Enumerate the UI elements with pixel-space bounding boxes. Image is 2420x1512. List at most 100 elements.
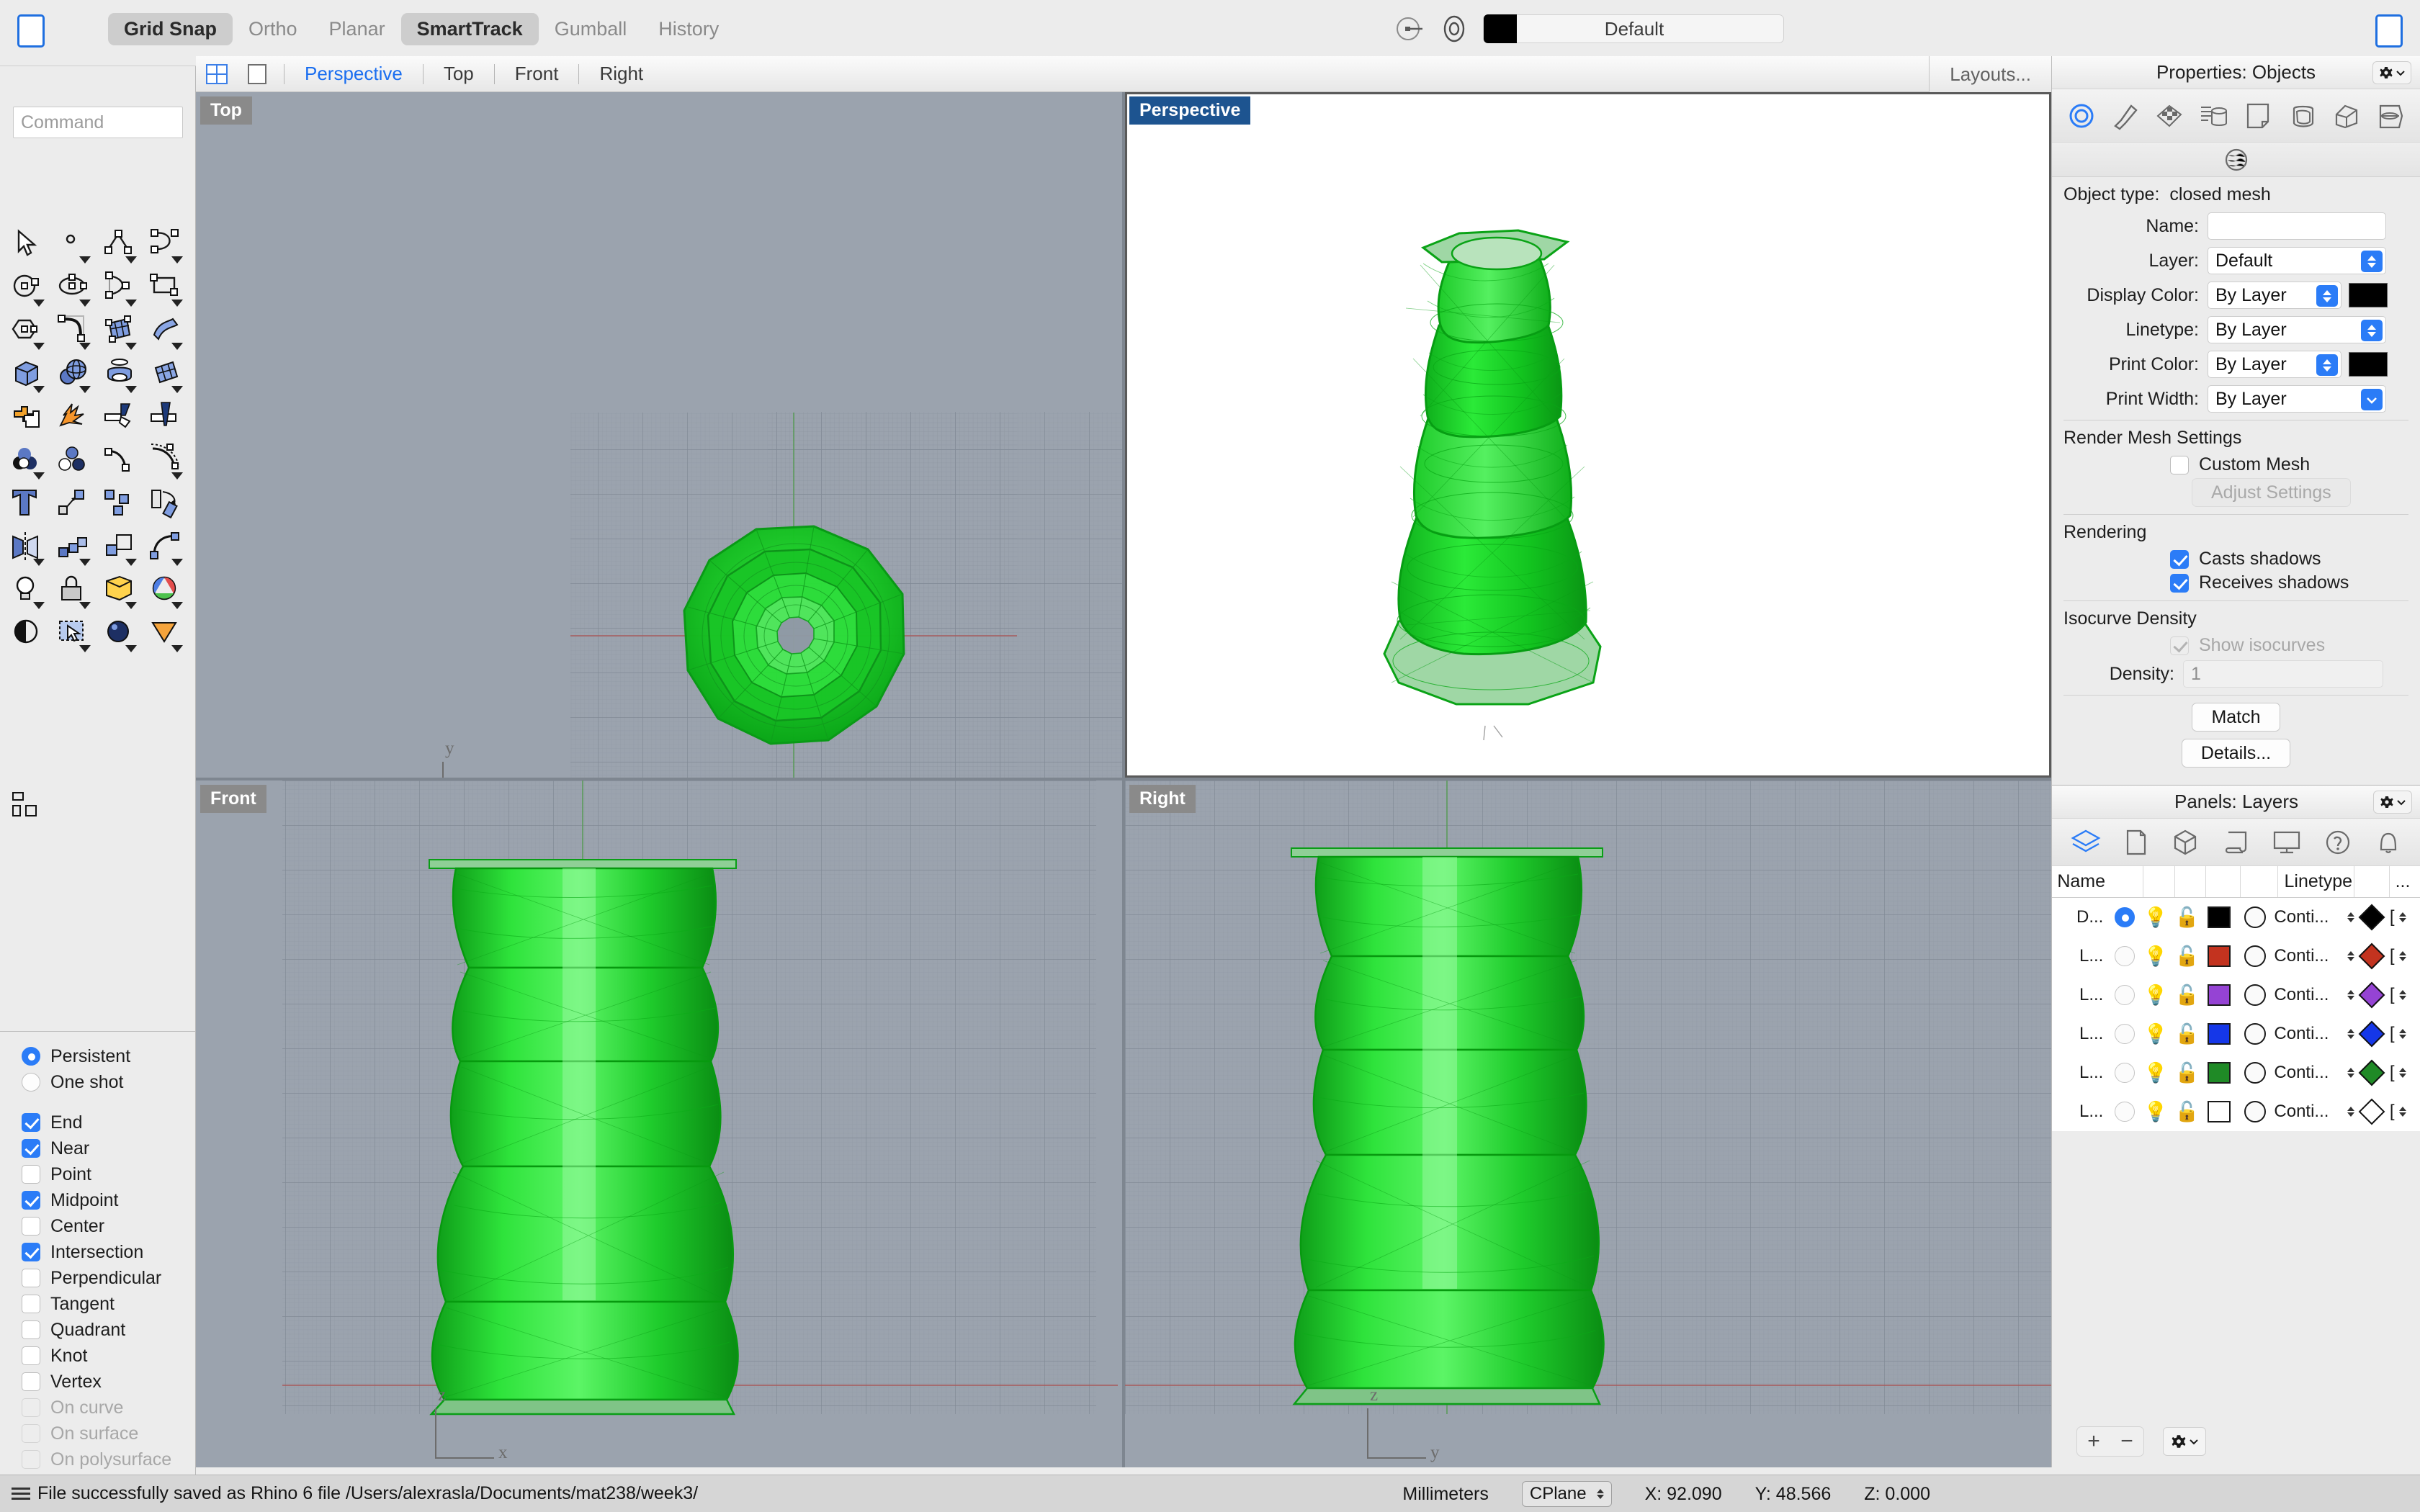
stepper-icon[interactable] (2347, 912, 2355, 922)
tool-layout-blocks[interactable] (6, 786, 49, 829)
custom-mesh-row[interactable]: Custom Mesh (2063, 454, 2408, 475)
tool-box[interactable] (6, 353, 49, 396)
layer-material-icon[interactable] (2236, 1101, 2275, 1122)
layer-color-swatch[interactable] (2202, 1062, 2236, 1084)
mode-toggle-smarttrack[interactable]: SmartTrack (400, 13, 539, 45)
layer-print-width[interactable]: [ (2390, 985, 2420, 1005)
viewport-label-right[interactable]: Right (1129, 785, 1196, 813)
layer-print-width[interactable]: [ (2390, 907, 2420, 927)
layer-material-icon[interactable] (2236, 945, 2275, 967)
layer-print-width[interactable]: [ (2390, 1063, 2420, 1083)
tool-copy[interactable] (98, 482, 141, 526)
layouts-button[interactable]: Layouts... (1929, 56, 2051, 92)
tool-torus[interactable] (98, 353, 141, 396)
layer-material-icon[interactable] (2236, 906, 2275, 928)
checkbox-end-icon[interactable] (22, 1113, 40, 1132)
tool-flyout-arrow[interactable] (125, 343, 137, 350)
layer-print-color[interactable] (2354, 1020, 2390, 1048)
layer-color-swatch[interactable] (2202, 945, 2236, 967)
tool-edit-points[interactable] (98, 439, 141, 482)
table-row[interactable]: L... 💡 🔓 Conti... [ (2052, 1092, 2420, 1131)
layer-select[interactable]: Default (2208, 247, 2386, 274)
layer-print-width[interactable]: [ (2390, 1024, 2420, 1044)
tool-flyout-arrow[interactable] (33, 472, 45, 480)
tool-flyout-arrow[interactable] (33, 602, 45, 609)
checkbox-casts-shadows-icon[interactable] (2170, 549, 2189, 569)
layer-linetype[interactable]: Conti... (2274, 1063, 2344, 1083)
layer-current-toggle[interactable] (2109, 907, 2140, 927)
table-row[interactable]: D... 💡 🔓 Conti... [ (2052, 898, 2420, 937)
stepper-icon[interactable] (2316, 285, 2338, 307)
stepper-icon[interactable] (2361, 251, 2383, 272)
scroll-icon[interactable] (2221, 828, 2250, 857)
receives-shadows-row[interactable]: Receives shadows (2063, 572, 2408, 593)
tool-curve-boolean[interactable] (52, 439, 95, 482)
layer-current-toggle[interactable] (2109, 946, 2140, 966)
display-monitor-icon[interactable] (2272, 828, 2302, 857)
tool-flyout-arrow[interactable] (33, 343, 45, 350)
tool-flyout-arrow[interactable] (125, 559, 137, 566)
tool-flyout-arrow[interactable] (171, 343, 183, 350)
mesh-sphere-icon[interactable] (2221, 145, 2251, 175)
tool-mirror[interactable] (6, 526, 49, 569)
layer-current-toggle[interactable] (2109, 1063, 2140, 1083)
single-viewport-icon[interactable] (246, 63, 268, 84)
osnap-item-intersection[interactable]: Intersection (22, 1239, 195, 1265)
checkbox-tangent-icon[interactable] (22, 1295, 40, 1313)
checkbox-quadrant-icon[interactable] (22, 1320, 40, 1339)
viewport-front[interactable]: Front z x (196, 780, 1122, 1467)
print-color-select[interactable]: By Layer (2208, 351, 2341, 378)
stepper-icon[interactable] (2347, 951, 2355, 961)
object-box-icon[interactable] (2287, 100, 2318, 132)
stepper-icon[interactable] (2347, 1107, 2355, 1117)
tool-boolean-union[interactable] (6, 396, 49, 439)
unlock-icon[interactable]: 🔓 (2172, 945, 2202, 968)
four-viewport-icon[interactable] (206, 63, 228, 84)
viewport-label-perspective[interactable]: Perspective (1129, 96, 1251, 125)
viewport-perspective[interactable]: Perspective (1125, 92, 2051, 778)
tool-flyout-arrow[interactable] (171, 645, 183, 652)
tool-flyout-arrow[interactable] (171, 300, 183, 307)
layer-material-icon[interactable] (2236, 1062, 2275, 1084)
layer-print-color[interactable] (2354, 981, 2390, 1009)
material-selector[interactable]: Default (1483, 14, 1784, 43)
mode-toggle-planar[interactable]: Planar (313, 13, 401, 45)
layer-linetype[interactable]: Conti... (2274, 1102, 2344, 1122)
osnap-item-tangent[interactable]: Tangent (22, 1291, 195, 1317)
layer-print-width[interactable]: [ (2390, 946, 2420, 966)
unlock-icon[interactable]: 🔓 (2172, 1100, 2202, 1123)
decal-icon[interactable] (2375, 100, 2406, 132)
tool-curve[interactable] (144, 223, 187, 266)
tool-surface-from-points[interactable] (98, 310, 141, 353)
viewport-right[interactable]: Right z y (1125, 780, 2051, 1467)
tool-explode[interactable] (52, 396, 95, 439)
cplane-selector[interactable]: CPlane (1521, 1481, 1612, 1507)
layer-linetype[interactable]: Conti... (2274, 946, 2344, 966)
tool-polyline[interactable] (98, 223, 141, 266)
checkbox-receives-shadows-icon[interactable] (2170, 573, 2189, 593)
tool-select-window[interactable] (52, 612, 95, 655)
stepper-icon[interactable] (2347, 1029, 2355, 1039)
tool-flyout-arrow[interactable] (171, 386, 183, 393)
viewport-label-top[interactable]: Top (200, 96, 252, 125)
tool-flyout-arrow[interactable] (33, 300, 45, 307)
osnap-item-quadrant[interactable]: Quadrant (22, 1317, 195, 1343)
lightbulb-icon[interactable]: 💡 (2141, 984, 2172, 1007)
osnap-mode-one-shot[interactable]: One shot (22, 1069, 195, 1095)
tool-flyout-arrow[interactable] (33, 559, 45, 566)
lightbulb-icon[interactable]: 💡 (2141, 1061, 2172, 1084)
viewport-top[interactable]: Top y (196, 92, 1122, 778)
unlock-icon[interactable]: 🔓 (2172, 984, 2202, 1007)
tool-trim[interactable] (98, 396, 141, 439)
layer-print-color[interactable] (2354, 942, 2390, 970)
tool-point[interactable] (52, 223, 95, 266)
notifications-bell-icon[interactable] (2374, 828, 2403, 857)
osnap-mode-persistent[interactable]: Persistent (22, 1043, 195, 1069)
stepper-icon[interactable] (1596, 1489, 1604, 1499)
checkbox-custom-mesh-icon[interactable] (2170, 455, 2189, 474)
render-target-icon[interactable] (1438, 13, 1470, 45)
viewport-tab-top[interactable]: Top (439, 63, 478, 85)
checkbox-midpoint-icon[interactable] (22, 1191, 40, 1210)
layer-current-toggle[interactable] (2109, 1024, 2140, 1044)
osnap-item-point[interactable]: Point (22, 1161, 195, 1187)
